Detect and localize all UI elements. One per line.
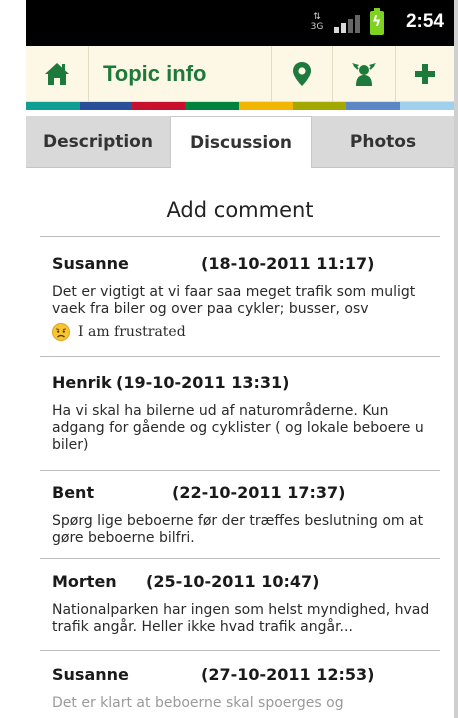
frustrated-face-icon xyxy=(52,323,70,341)
divider xyxy=(40,470,440,471)
map-button[interactable] xyxy=(272,46,332,102)
add-comment-button[interactable]: Add comment xyxy=(26,198,454,222)
comment-item[interactable]: Henrik (19-10-2011 13:31) Ha vi skal ha … xyxy=(52,373,442,454)
comment-item[interactable]: Susanne (27-10-2011 12:53) Det er klart … xyxy=(52,665,442,712)
comment-text: Det er klart at beboerne skal spoerges o… xyxy=(52,695,344,711)
tab-photos[interactable]: Photos xyxy=(312,116,454,168)
divider xyxy=(40,558,440,559)
comment-date: (27-10-2011 12:53) xyxy=(201,665,375,684)
page-title-text: Topic info xyxy=(103,61,207,86)
divider xyxy=(40,236,440,237)
comment-author: Susanne xyxy=(52,254,129,273)
comment-item[interactable]: Bent (22-10-2011 17:37) Spørg lige beboe… xyxy=(52,483,442,547)
comment-date: (19-10-2011 13:31) xyxy=(116,373,290,392)
battery-charging-icon: ϟ xyxy=(370,8,384,35)
comment-date: (18-10-2011 11:17) xyxy=(201,254,375,273)
phone-screen: ⇅ 3G ϟ 2:54 Topic info Description Discu… xyxy=(0,0,458,718)
clock: 2:54 xyxy=(405,11,444,32)
divider xyxy=(40,650,440,651)
comment-author: Henrik xyxy=(52,373,112,392)
comment-text: Nationalparken har ingen som helst myndi… xyxy=(52,602,430,635)
tab-description[interactable]: Description xyxy=(26,116,170,168)
network-type-label: 3G xyxy=(310,22,324,32)
share-people-icon xyxy=(352,63,376,86)
comment-date: (22-10-2011 17:37) xyxy=(172,483,346,502)
share-button[interactable] xyxy=(333,46,395,102)
status-bar: ⇅ 3G ϟ 2:54 xyxy=(26,0,454,46)
comment-mood: I am frustrated xyxy=(52,323,442,341)
comment-author: Bent xyxy=(52,483,95,502)
comment-item[interactable]: Morten (25-10-2011 10:47) Nationalparken… xyxy=(52,572,442,636)
divider xyxy=(40,356,440,357)
discussion-panel: Add comment Susanne (18-10-2011 11:17) D… xyxy=(26,168,454,718)
screen-margin xyxy=(0,0,26,718)
tab-bar: Description Discussion Photos xyxy=(26,116,454,168)
brand-color-strip xyxy=(26,102,454,110)
comment-text: Det er vigtigt at vi faar saa meget traf… xyxy=(52,284,416,317)
comment-text: Spørg lige beboerne før der træffes besl… xyxy=(52,513,424,546)
map-pin-icon xyxy=(293,62,311,86)
home-icon xyxy=(45,63,69,85)
tab-discussion[interactable]: Discussion xyxy=(170,116,312,168)
comment-item[interactable]: Susanne (18-10-2011 11:17) Det er vigtig… xyxy=(52,254,442,341)
add-button[interactable] xyxy=(396,46,454,102)
comment-text: Ha vi skal ha bilerne ud af naturområder… xyxy=(52,403,424,453)
network-type-icon: ⇅ 3G xyxy=(310,12,324,32)
add-icon xyxy=(415,64,435,84)
comment-date: (25-10-2011 10:47) xyxy=(146,572,320,591)
screen-edge xyxy=(454,0,458,718)
comment-author: Susanne xyxy=(52,665,129,684)
comment-mood-text: I am frustrated xyxy=(78,324,186,340)
signal-strength-icon xyxy=(334,15,360,33)
home-button[interactable] xyxy=(26,46,88,102)
comment-author: Morten xyxy=(52,572,117,591)
page-title: Topic info xyxy=(89,46,271,102)
action-bar: Topic info xyxy=(26,46,454,102)
